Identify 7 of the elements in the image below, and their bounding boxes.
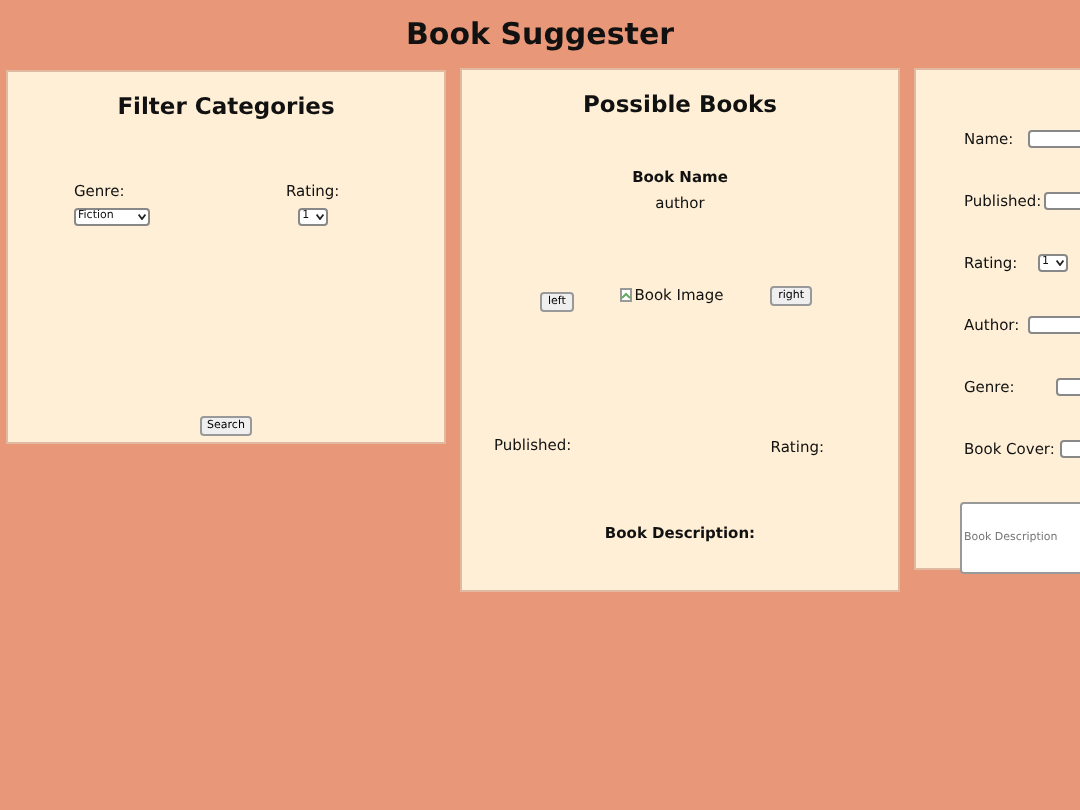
page-title: Book Suggester: [403, 16, 677, 52]
panel-heading: Possible Books: [583, 92, 777, 120]
panel-heading: Filter Categories: [117, 94, 335, 122]
broken-image-icon: [620, 287, 633, 302]
chevron-down-icon: [138, 213, 146, 220]
chevron-down-icon: [1055, 260, 1063, 266]
chevron-down-icon: [315, 213, 324, 220]
